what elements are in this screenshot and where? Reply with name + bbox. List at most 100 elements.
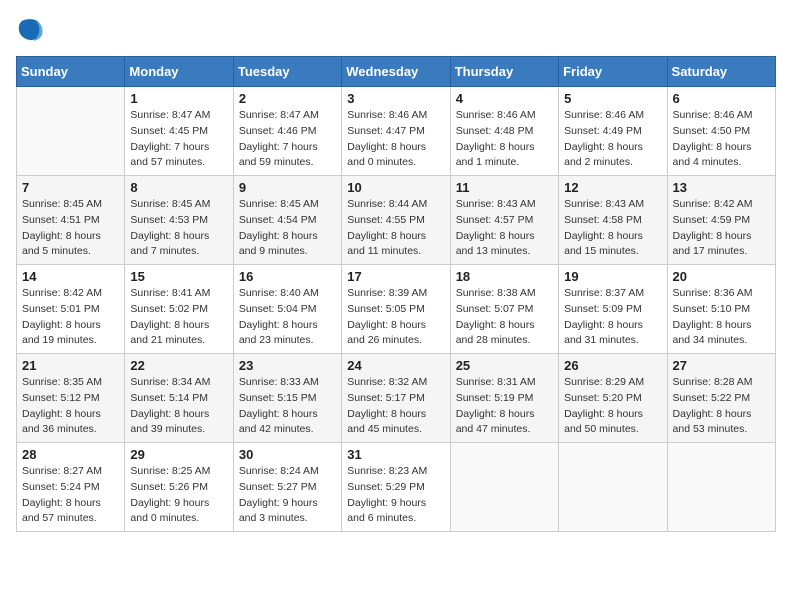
day-number: 18 xyxy=(456,269,553,284)
day-info: Sunrise: 8:40 AMSunset: 5:04 PMDaylight:… xyxy=(239,286,336,349)
calendar-cell: 19 Sunrise: 8:37 AMSunset: 5:09 PMDayligh… xyxy=(559,265,667,354)
day-number: 30 xyxy=(239,447,336,462)
calendar-cell: 25 Sunrise: 8:31 AMSunset: 5:19 PMDayligh… xyxy=(450,354,558,443)
calendar-cell: 3 Sunrise: 8:46 AMSunset: 4:47 PMDaylight… xyxy=(342,87,450,176)
day-info: Sunrise: 8:37 AMSunset: 5:09 PMDaylight:… xyxy=(564,286,661,349)
day-info: Sunrise: 8:46 AMSunset: 4:47 PMDaylight:… xyxy=(347,108,444,171)
day-info: Sunrise: 8:41 AMSunset: 5:02 PMDaylight:… xyxy=(130,286,227,349)
calendar-cell xyxy=(450,443,558,532)
calendar-cell: 2 Sunrise: 8:47 AMSunset: 4:46 PMDaylight… xyxy=(233,87,341,176)
day-info: Sunrise: 8:39 AMSunset: 5:05 PMDaylight:… xyxy=(347,286,444,349)
day-info: Sunrise: 8:46 AMSunset: 4:49 PMDaylight:… xyxy=(564,108,661,171)
calendar-cell: 11Sunrise: 8:43 AMSunset: 4:57 PMDayligh… xyxy=(450,176,558,265)
day-info: Sunrise: 8:45 AMSunset: 4:54 PMDaylight:… xyxy=(239,197,336,260)
day-number: 7 xyxy=(22,180,119,195)
day-number: 29 xyxy=(130,447,227,462)
calendar-cell: 6 Sunrise: 8:46 AMSunset: 4:50 PMDaylight… xyxy=(667,87,775,176)
day-info: Sunrise: 8:33 AMSunset: 5:15 PMDaylight:… xyxy=(239,375,336,438)
day-info: Sunrise: 8:43 AMSunset: 4:58 PMDaylight:… xyxy=(564,197,661,260)
day-info: Sunrise: 8:42 AMSunset: 4:59 PMDaylight:… xyxy=(673,197,770,260)
calendar-cell: 13 Sunrise: 8:42 AMSunset: 4:59 PMDayligh… xyxy=(667,176,775,265)
calendar-cell: 31Sunrise: 8:23 AMSunset: 5:29 PMDayligh… xyxy=(342,443,450,532)
day-number: 24 xyxy=(347,358,444,373)
calendar-cell: 7 Sunrise: 8:45 AMSunset: 4:51 PMDaylight… xyxy=(17,176,125,265)
day-info: Sunrise: 8:25 AMSunset: 5:26 PMDaylight:… xyxy=(130,464,227,527)
calendar-cell: 23 Sunrise: 8:33 AMSunset: 5:15 PMDayligh… xyxy=(233,354,341,443)
day-info: Sunrise: 8:45 AMSunset: 4:51 PMDaylight:… xyxy=(22,197,119,260)
logo-icon xyxy=(16,16,44,44)
calendar-cell: 8 Sunrise: 8:45 AMSunset: 4:53 PMDaylight… xyxy=(125,176,233,265)
calendar-week-row: 28 Sunrise: 8:27 AMSunset: 5:24 PMDayligh… xyxy=(17,443,776,532)
day-info: Sunrise: 8:29 AMSunset: 5:20 PMDaylight:… xyxy=(564,375,661,438)
day-number: 23 xyxy=(239,358,336,373)
day-number: 19 xyxy=(564,269,661,284)
day-info: Sunrise: 8:47 AMSunset: 4:46 PMDaylight:… xyxy=(239,108,336,171)
day-info: Sunrise: 8:28 AMSunset: 5:22 PMDaylight:… xyxy=(673,375,770,438)
calendar-cell: 9 Sunrise: 8:45 AMSunset: 4:54 PMDaylight… xyxy=(233,176,341,265)
day-number: 11 xyxy=(456,180,553,195)
day-number: 25 xyxy=(456,358,553,373)
calendar-cell: 22 Sunrise: 8:34 AMSunset: 5:14 PMDayligh… xyxy=(125,354,233,443)
calendar-cell: 15 Sunrise: 8:41 AMSunset: 5:02 PMDayligh… xyxy=(125,265,233,354)
calendar-week-row: 14 Sunrise: 8:42 AMSunset: 5:01 PMDayligh… xyxy=(17,265,776,354)
calendar-cell: 1 Sunrise: 8:47 AMSunset: 4:45 PMDaylight… xyxy=(125,87,233,176)
day-info: Sunrise: 8:42 AMSunset: 5:01 PMDaylight:… xyxy=(22,286,119,349)
day-info: Sunrise: 8:46 AMSunset: 4:48 PMDaylight:… xyxy=(456,108,553,171)
calendar-cell: 14 Sunrise: 8:42 AMSunset: 5:01 PMDayligh… xyxy=(17,265,125,354)
calendar-cell: 26 Sunrise: 8:29 AMSunset: 5:20 PMDayligh… xyxy=(559,354,667,443)
day-info: Sunrise: 8:47 AMSunset: 4:45 PMDaylight:… xyxy=(130,108,227,171)
calendar-cell xyxy=(667,443,775,532)
calendar-cell: 5Sunrise: 8:46 AMSunset: 4:49 PMDaylight… xyxy=(559,87,667,176)
calendar-cell: 24Sunrise: 8:32 AMSunset: 5:17 PMDayligh… xyxy=(342,354,450,443)
weekday-header-saturday: Saturday xyxy=(667,57,775,87)
day-info: Sunrise: 8:24 AMSunset: 5:27 PMDaylight:… xyxy=(239,464,336,527)
calendar-cell xyxy=(559,443,667,532)
day-info: Sunrise: 8:27 AMSunset: 5:24 PMDaylight:… xyxy=(22,464,119,527)
day-info: Sunrise: 8:34 AMSunset: 5:14 PMDaylight:… xyxy=(130,375,227,438)
calendar-cell: 10 Sunrise: 8:44 AMSunset: 4:55 PMDayligh… xyxy=(342,176,450,265)
calendar-week-row: 7 Sunrise: 8:45 AMSunset: 4:51 PMDaylight… xyxy=(17,176,776,265)
calendar-cell: 16 Sunrise: 8:40 AMSunset: 5:04 PMDayligh… xyxy=(233,265,341,354)
day-number: 14 xyxy=(22,269,119,284)
day-number: 22 xyxy=(130,358,227,373)
weekday-header-sunday: Sunday xyxy=(17,57,125,87)
calendar-cell: 28 Sunrise: 8:27 AMSunset: 5:24 PMDayligh… xyxy=(17,443,125,532)
day-number: 12 xyxy=(564,180,661,195)
day-number: 17 xyxy=(347,269,444,284)
calendar-cell: 18 Sunrise: 8:38 AMSunset: 5:07 PMDayligh… xyxy=(450,265,558,354)
day-number: 20 xyxy=(673,269,770,284)
weekday-header-monday: Monday xyxy=(125,57,233,87)
logo xyxy=(16,16,46,44)
day-number: 8 xyxy=(130,180,227,195)
day-number: 3 xyxy=(347,91,444,106)
day-info: Sunrise: 8:35 AMSunset: 5:12 PMDaylight:… xyxy=(22,375,119,438)
calendar-cell: 30 Sunrise: 8:24 AMSunset: 5:27 PMDayligh… xyxy=(233,443,341,532)
day-info: Sunrise: 8:46 AMSunset: 4:50 PMDaylight:… xyxy=(673,108,770,171)
day-number: 28 xyxy=(22,447,119,462)
day-number: 10 xyxy=(347,180,444,195)
day-number: 15 xyxy=(130,269,227,284)
day-number: 26 xyxy=(564,358,661,373)
day-info: Sunrise: 8:44 AMSunset: 4:55 PMDaylight:… xyxy=(347,197,444,260)
calendar-cell: 27Sunrise: 8:28 AMSunset: 5:22 PMDayligh… xyxy=(667,354,775,443)
day-number: 16 xyxy=(239,269,336,284)
calendar-header-row: SundayMondayTuesdayWednesdayThursdayFrid… xyxy=(17,57,776,87)
calendar-cell: 20Sunrise: 8:36 AMSunset: 5:10 PMDayligh… xyxy=(667,265,775,354)
calendar-week-row: 21Sunrise: 8:35 AMSunset: 5:12 PMDayligh… xyxy=(17,354,776,443)
weekday-header-wednesday: Wednesday xyxy=(342,57,450,87)
day-number: 13 xyxy=(673,180,770,195)
calendar-cell: 17 Sunrise: 8:39 AMSunset: 5:05 PMDayligh… xyxy=(342,265,450,354)
day-info: Sunrise: 8:45 AMSunset: 4:53 PMDaylight:… xyxy=(130,197,227,260)
calendar-week-row: 1 Sunrise: 8:47 AMSunset: 4:45 PMDaylight… xyxy=(17,87,776,176)
day-number: 2 xyxy=(239,91,336,106)
day-number: 6 xyxy=(673,91,770,106)
calendar-cell: 21Sunrise: 8:35 AMSunset: 5:12 PMDayligh… xyxy=(17,354,125,443)
day-info: Sunrise: 8:38 AMSunset: 5:07 PMDaylight:… xyxy=(456,286,553,349)
day-number: 1 xyxy=(130,91,227,106)
day-number: 9 xyxy=(239,180,336,195)
calendar-table: SundayMondayTuesdayWednesdayThursdayFrid… xyxy=(16,56,776,532)
calendar-cell: 4Sunrise: 8:46 AMSunset: 4:48 PMDaylight… xyxy=(450,87,558,176)
calendar-cell: 29 Sunrise: 8:25 AMSunset: 5:26 PMDayligh… xyxy=(125,443,233,532)
weekday-header-thursday: Thursday xyxy=(450,57,558,87)
day-info: Sunrise: 8:31 AMSunset: 5:19 PMDaylight:… xyxy=(456,375,553,438)
